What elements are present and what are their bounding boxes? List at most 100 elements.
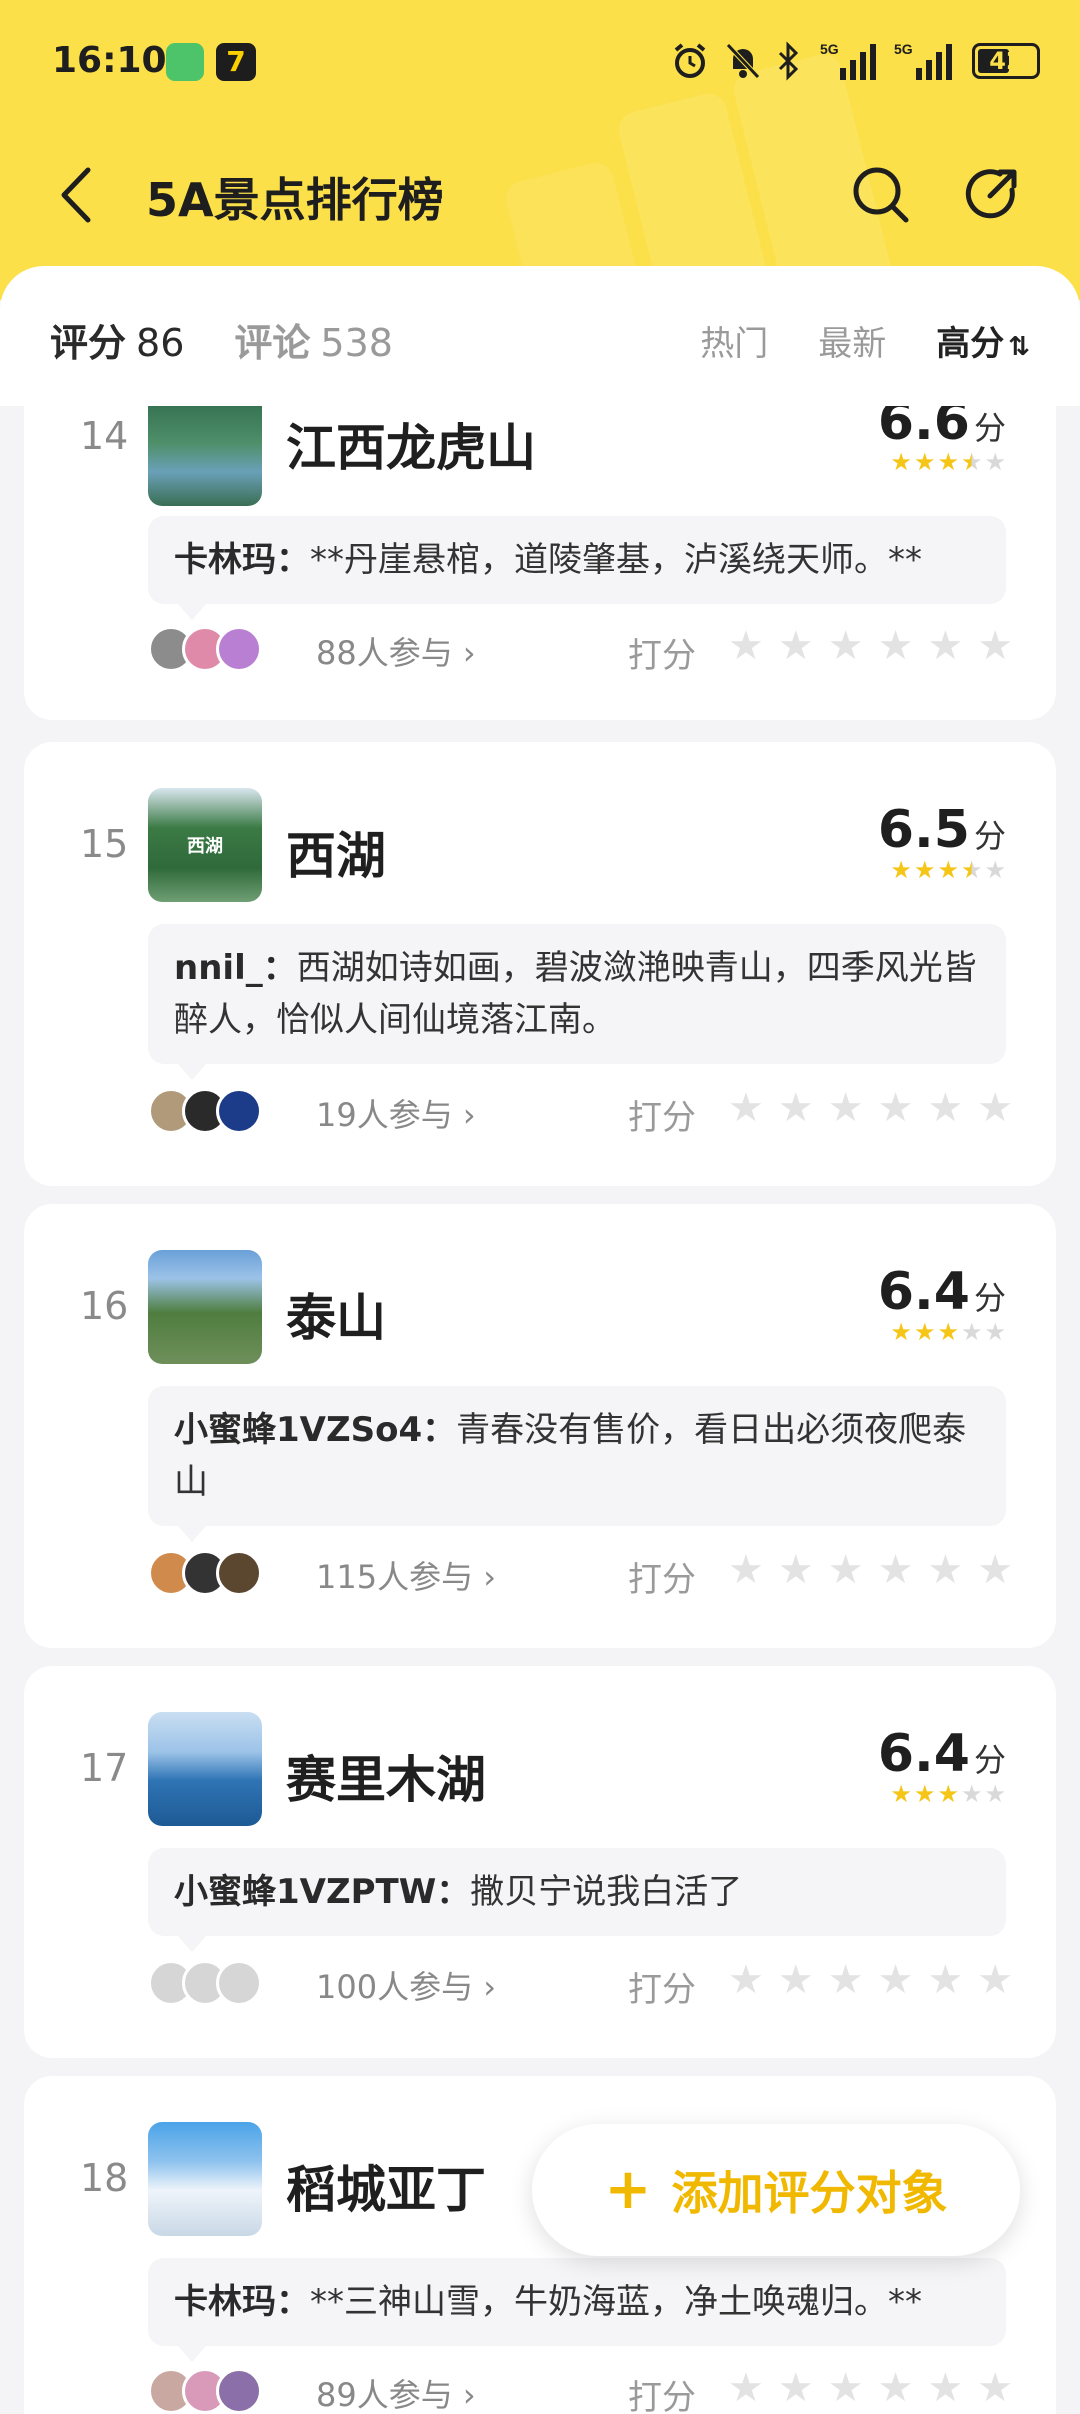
star-icon: ★ [890,1780,912,1808]
participants-link[interactable]: 19人参与 › [316,1090,476,1136]
participants-link[interactable]: 89人参与 › [316,2370,476,2414]
top-comment[interactable]: 卡林玛：**丹崖悬棺，道陵肇基，泸溪绕天师。** [148,516,1006,620]
sort-latest[interactable]: 最新 [818,316,886,365]
spot-thumbnail [148,2122,262,2236]
star-icon: ★ [984,856,1006,884]
signal-5g-icon-2: 5G [894,41,952,80]
rate-star-icon[interactable]: ★ [728,2366,764,2410]
participants-link[interactable]: 100人参与 › [316,1962,496,2008]
participant-avatars[interactable] [148,2368,262,2414]
participants-link[interactable]: 88人参与 › [316,628,476,674]
ranking-card[interactable]: 15 西湖 西湖 6.5 分 ★ ★ ★ ★ ★ nnil_：西湖如诗如画，碧波潋滟映青山… [24,742,1056,1186]
star-icon: ★ [984,1318,1006,1346]
rate-stars-input[interactable]: ★ ★ ★ ★ ★ ★ [728,1086,1013,1130]
score-block: 6.6 分 ★ ★ ★ ★ ★ [878,406,1006,474]
rate-star-icon[interactable]: ★ [778,1086,814,1130]
comment-text: **三神山雪，牛奶海蓝，净土唤魂归。** [310,2282,922,2322]
rate-star-icon[interactable]: ★ [977,2366,1013,2410]
comment-author: 小蜜蜂1VZSo4： [174,1410,457,1450]
back-button[interactable] [52,160,102,230]
ranking-card[interactable]: 16 泰山 6.4 分 ★ ★ ★ ★ ★ 小蜜蜂1VZSo4：青春没有售价，看日出必须夜… [24,1204,1056,1648]
rate-star-icon[interactable]: ★ [728,1086,764,1130]
avatar [216,1960,262,2006]
header: 16:10 7 5G 5G 42 5A景点排行榜 [0,0,1080,300]
sort-hot[interactable]: 热门 [700,316,768,365]
rate-star-icon[interactable]: ★ [828,1548,864,1592]
rate-star-icon[interactable]: ★ [828,624,864,668]
rate-star-icon[interactable]: ★ [977,624,1013,668]
avatar [216,626,262,672]
rate-label: 打分 [628,636,696,676]
rate-star-icon[interactable]: ★ [927,1958,963,2002]
sort-high-score[interactable]: 高分 ⇅ [936,316,1030,365]
rank-number: 18 [80,2156,129,2200]
add-rating-object-button[interactable]: + 添加评分对象 [532,2124,1020,2256]
ranking-list: 14 江西龙虎山 6.6 分 ★ ★ ★ ★ ★ 卡林玛：**丹崖悬棺，道陵肇基，泸溪绕天… [0,406,1080,2414]
rate-stars-input[interactable]: ★ ★ ★ ★ ★ ★ [728,2366,1013,2410]
score-unit: 分 [973,409,1006,447]
card-meta: 100人参与 › 打分 ★ ★ ★ ★ ★ ★ [148,1954,1018,2014]
rate-stars-input[interactable]: ★ ★ ★ ★ ★ ★ [728,1958,1013,2002]
share-button[interactable] [960,162,1026,228]
tab-label: 评分 [50,321,127,365]
rate-star-icon[interactable]: ★ [728,624,764,668]
top-comment[interactable]: 小蜜蜂1VZPTW：撒贝宁说我白活了 [148,1848,1006,1952]
tab-bar: 评分 86 评论 538 热门 最新 高分 ⇅ [0,266,1080,406]
battery-text: 42 [989,47,1023,75]
rate-star-icon[interactable]: ★ [878,1086,914,1130]
rate-star-icon[interactable]: ★ [828,1086,864,1130]
top-comment[interactable]: nnil_：西湖如诗如画，碧波潋滟映青山，四季风光皆醉人，恰似人间仙境落江南。 [148,924,1006,1080]
rank-number: 16 [80,1284,129,1328]
rate-star-icon[interactable]: ★ [728,1548,764,1592]
card-meta: 19人参与 › 打分 ★ ★ ★ ★ ★ ★ [148,1082,1018,1142]
rate-star-icon[interactable]: ★ [728,1958,764,2002]
star-icon: ★ [913,856,936,884]
rate-stars-input[interactable]: ★ ★ ★ ★ ★ ★ [728,1548,1013,1592]
star-rating: ★ ★ ★ ★ ★ [878,1320,1006,1344]
rate-star-icon[interactable]: ★ [878,1958,914,2002]
nav-bar: 5A景点排行榜 [0,140,1080,250]
rate-star-icon[interactable]: ★ [927,2366,963,2410]
ranking-card[interactable]: 14 江西龙虎山 6.6 分 ★ ★ ★ ★ ★ 卡林玛：**丹崖悬棺，道陵肇基，泸溪绕天… [24,406,1056,720]
rate-star-icon[interactable]: ★ [977,1548,1013,1592]
spot-thumbnail [148,1712,262,1826]
star-icon: ★ [890,1318,912,1346]
star-icon: ★ [984,448,1006,476]
rate-star-icon[interactable]: ★ [828,1958,864,2002]
rate-stars-input[interactable]: ★ ★ ★ ★ ★ ★ [728,624,1013,668]
rate-star-icon[interactable]: ★ [927,1548,963,1592]
rate-star-icon[interactable]: ★ [878,624,914,668]
top-comment[interactable]: 小蜜蜂1VZSo4：青春没有售价，看日出必须夜爬泰山 [148,1386,1006,1542]
tab-comments[interactable]: 评论 538 [234,312,393,367]
rate-star-icon[interactable]: ★ [878,1548,914,1592]
add-rating-object-label: 添加评分对象 [671,2166,948,2220]
rate-star-icon[interactable]: ★ [977,1086,1013,1130]
participants-link[interactable]: 115人参与 › [316,1552,496,1598]
rate-star-icon[interactable]: ★ [778,1548,814,1592]
ranking-card[interactable]: 17 赛里木湖 6.4 分 ★ ★ ★ ★ ★ 小蜜蜂1VZPTW：撒贝宁说我白活了 10… [24,1666,1056,2058]
rate-star-icon[interactable]: ★ [927,624,963,668]
star-rating: ★ ★ ★ ★ ★ [878,450,1006,474]
rate-star-icon[interactable]: ★ [878,2366,914,2410]
sort-order-icon: ⇅ [1008,332,1030,362]
tab-ratings[interactable]: 评分 86 [50,312,184,367]
rank-number: 17 [80,1746,129,1790]
participant-avatars[interactable] [148,626,262,672]
star-icon: ★ [913,1780,936,1808]
top-comment[interactable]: 卡林玛：**三神山雪，牛奶海蓝，净土唤魂归。** [148,2258,1006,2362]
search-button[interactable] [848,162,914,228]
rate-star-icon[interactable]: ★ [828,2366,864,2410]
rate-star-icon[interactable]: ★ [778,2366,814,2410]
participant-avatars[interactable] [148,1550,262,1596]
comment-text: **丹崖悬棺，道陵肇基，泸溪绕天师。** [310,540,922,580]
svg-text:5G: 5G [894,41,913,57]
score-unit: 分 [973,817,1006,855]
rate-star-icon[interactable]: ★ [927,1086,963,1130]
rate-star-icon[interactable]: ★ [778,1958,814,2002]
participant-avatars[interactable] [148,1960,262,2006]
spot-name: 江西龙虎山 [286,419,536,477]
rate-star-icon[interactable]: ★ [977,1958,1013,2002]
participant-avatars[interactable] [148,1088,262,1134]
spot-name: 泰山 [286,1289,386,1347]
rate-star-icon[interactable]: ★ [778,624,814,668]
